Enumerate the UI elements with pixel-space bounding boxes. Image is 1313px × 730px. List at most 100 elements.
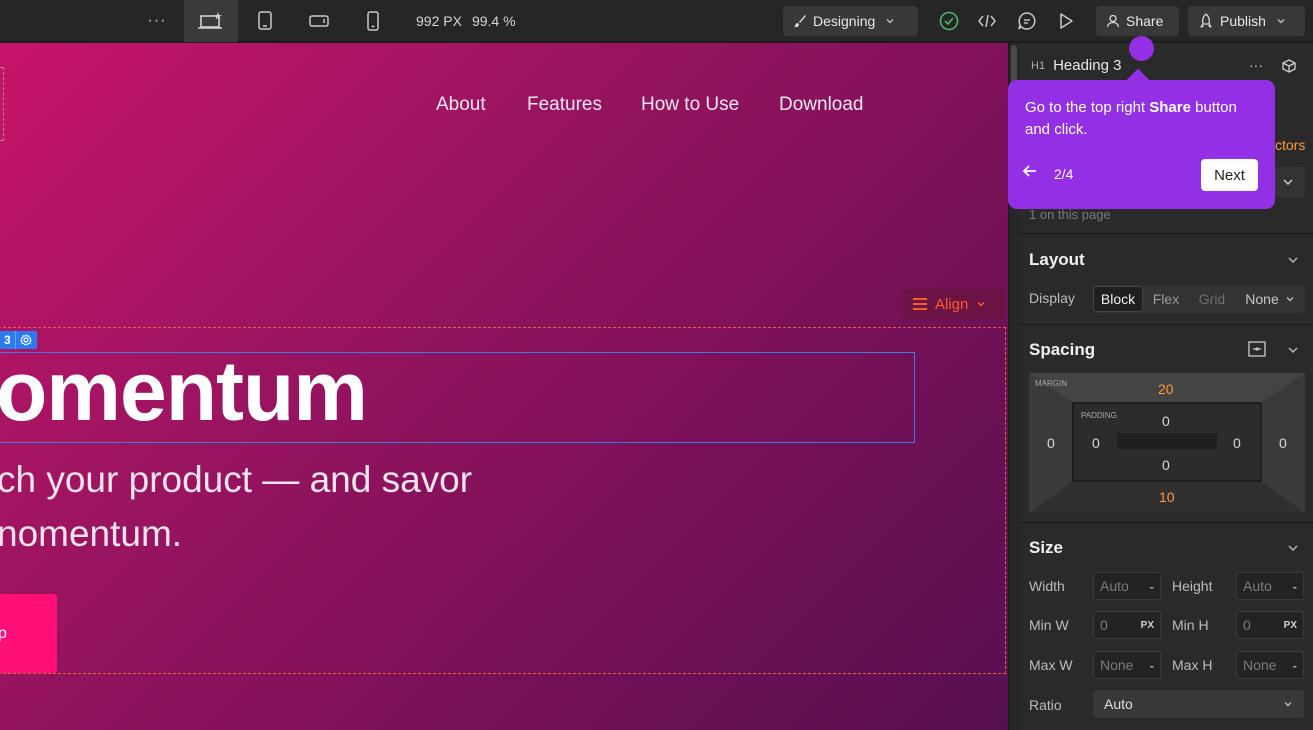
margin-left-value[interactable]: 0	[1047, 435, 1055, 451]
top-toolbar: ··· 992 PX 99.4 % Designing Share Publis…	[0, 0, 1313, 42]
max-height-label: Max H	[1172, 657, 1213, 673]
display-option-flex[interactable]: Flex	[1143, 286, 1189, 312]
display-segmented-control: Block Flex Grid None	[1093, 285, 1305, 313]
code-icon	[978, 14, 996, 28]
selectors-link[interactable]: ctors	[1275, 137, 1305, 153]
nav-link-features[interactable]: Features	[527, 94, 602, 116]
tablet-breakpoint-button[interactable]	[238, 0, 292, 42]
tooltip-back-button[interactable]	[1022, 164, 1038, 183]
publish-label: Publish	[1220, 13, 1266, 29]
height-input[interactable]: Auto -	[1236, 572, 1304, 600]
min-height-input[interactable]: 0 PX	[1236, 611, 1304, 639]
ratio-label: Ratio	[1029, 697, 1062, 713]
max-height-value: None	[1243, 657, 1277, 673]
width-input[interactable]: Auto -	[1093, 572, 1161, 600]
canvas-size-readout: 992 PX 99.4 %	[416, 0, 526, 42]
desktop-breakpoint-button[interactable]	[184, 0, 238, 42]
element-name: Heading 3	[1053, 57, 1122, 74]
padding-right-value[interactable]: 0	[1233, 435, 1241, 451]
phone-landscape-icon	[309, 15, 329, 27]
max-height-unit: -	[1292, 657, 1297, 673]
tooltip-step-counter: 2/4	[1054, 166, 1074, 182]
min-width-label: Min W	[1029, 617, 1069, 633]
max-width-input[interactable]: None -	[1093, 651, 1161, 679]
checkmark-status-button[interactable]	[934, 6, 964, 36]
display-option-none[interactable]: None	[1235, 286, 1305, 312]
nav-link-about[interactable]: About	[436, 94, 486, 116]
min-height-unit[interactable]: PX	[1284, 620, 1297, 631]
nav-link-how-to-use[interactable]: How to Use	[641, 94, 739, 116]
display-option-block[interactable]: Block	[1093, 286, 1143, 312]
hero-paragraph-line-1[interactable]: ch your product — and savor	[0, 459, 472, 501]
align-label: Align	[935, 295, 969, 313]
margin-top-value[interactable]: 20	[1158, 381, 1174, 397]
selector-count: 1 on this page	[1029, 207, 1111, 222]
layout-section-title[interactable]: Layout	[1029, 250, 1085, 270]
element-type-badge: H1	[1031, 59, 1046, 72]
margin-bottom-value[interactable]: 10	[1159, 489, 1175, 505]
chevron-down-icon[interactable]	[1287, 344, 1299, 356]
padding-left-value[interactable]: 0	[1092, 435, 1100, 451]
chevron-down-icon[interactable]	[1287, 254, 1299, 266]
min-width-value: 0	[1100, 617, 1108, 633]
ratio-select[interactable]: Auto	[1093, 690, 1304, 718]
max-height-input[interactable]: None -	[1236, 651, 1304, 679]
walkthrough-beacon[interactable]	[1129, 36, 1154, 61]
padding-bottom-value[interactable]: 0	[1162, 457, 1170, 473]
canvas-zoom[interactable]: 99.4 %	[472, 13, 516, 29]
component-add-icon[interactable]	[1281, 58, 1299, 76]
arrow-left-icon	[1022, 165, 1036, 177]
display-label: Display	[1029, 290, 1075, 306]
hero-heading[interactable]: omentum	[0, 343, 368, 440]
element-header: H1 Heading 3	[1031, 57, 1121, 74]
walkthrough-tooltip: Go to the top right Share button and cli…	[1008, 68, 1275, 209]
min-width-input[interactable]: 0 PX	[1093, 611, 1161, 639]
align-button[interactable]: Align	[903, 289, 1004, 319]
design-canvas[interactable]: About Features How to Use Download Align…	[0, 43, 1008, 730]
comments-button[interactable]	[1012, 6, 1042, 36]
spacing-mode-icon[interactable]	[1247, 340, 1267, 358]
element-more-button[interactable]: ···	[1249, 57, 1263, 73]
padding-top-value[interactable]: 0	[1162, 413, 1170, 429]
margin-right-value[interactable]: 0	[1279, 435, 1287, 451]
nav-link-download[interactable]: Download	[779, 94, 864, 116]
rocket-icon	[1200, 13, 1212, 28]
divider	[1019, 233, 1313, 234]
publish-button[interactable]: Publish	[1188, 6, 1305, 36]
share-button[interactable]: Share	[1096, 6, 1179, 36]
chevron-down-icon[interactable]	[1287, 542, 1299, 554]
brush-icon	[794, 15, 806, 28]
align-lines-icon	[913, 298, 927, 310]
size-section-title[interactable]: Size	[1029, 538, 1063, 558]
height-label: Height	[1172, 578, 1213, 594]
chevron-down-icon	[1284, 702, 1292, 707]
offscreen-element-outline	[0, 67, 4, 141]
height-value: Auto	[1243, 578, 1272, 594]
divider	[1019, 324, 1313, 325]
box-model-editor: MARGIN PADDING 20 10 0 0 0 0 0 0	[1029, 373, 1305, 513]
width-label: Width	[1029, 578, 1065, 594]
divider	[1019, 522, 1313, 523]
chevron-down-icon	[1286, 297, 1294, 302]
tooltip-text-bold: Share	[1149, 99, 1191, 116]
landscape-phone-breakpoint-button[interactable]	[292, 0, 346, 42]
mode-switcher-button[interactable]: Designing	[783, 6, 918, 36]
hero-paragraph-line-2[interactable]: nomentum.	[0, 513, 182, 555]
tooltip-next-button[interactable]: Next	[1201, 159, 1258, 191]
phone-breakpoint-button[interactable]	[346, 0, 400, 42]
width-value: Auto	[1100, 578, 1129, 594]
preview-button[interactable]	[1051, 6, 1081, 36]
selector-dropdown-button[interactable]	[1271, 167, 1305, 197]
code-view-button[interactable]	[972, 6, 1002, 36]
tooltip-message: Go to the top right Share button and cli…	[1025, 97, 1265, 141]
tooltip-text-before: Go to the top right	[1025, 99, 1150, 116]
chevron-down-icon	[1283, 179, 1293, 186]
spacing-section-title[interactable]: Spacing	[1029, 340, 1095, 360]
min-height-value: 0	[1243, 617, 1251, 633]
min-width-unit[interactable]: PX	[1141, 620, 1154, 631]
tablet-icon	[258, 11, 272, 30]
display-option-grid[interactable]: Grid	[1189, 286, 1235, 312]
more-menu-button[interactable]: ···	[140, 0, 174, 42]
margin-label: MARGIN	[1035, 379, 1067, 388]
hero-cta-button[interactable]: p	[0, 594, 57, 673]
